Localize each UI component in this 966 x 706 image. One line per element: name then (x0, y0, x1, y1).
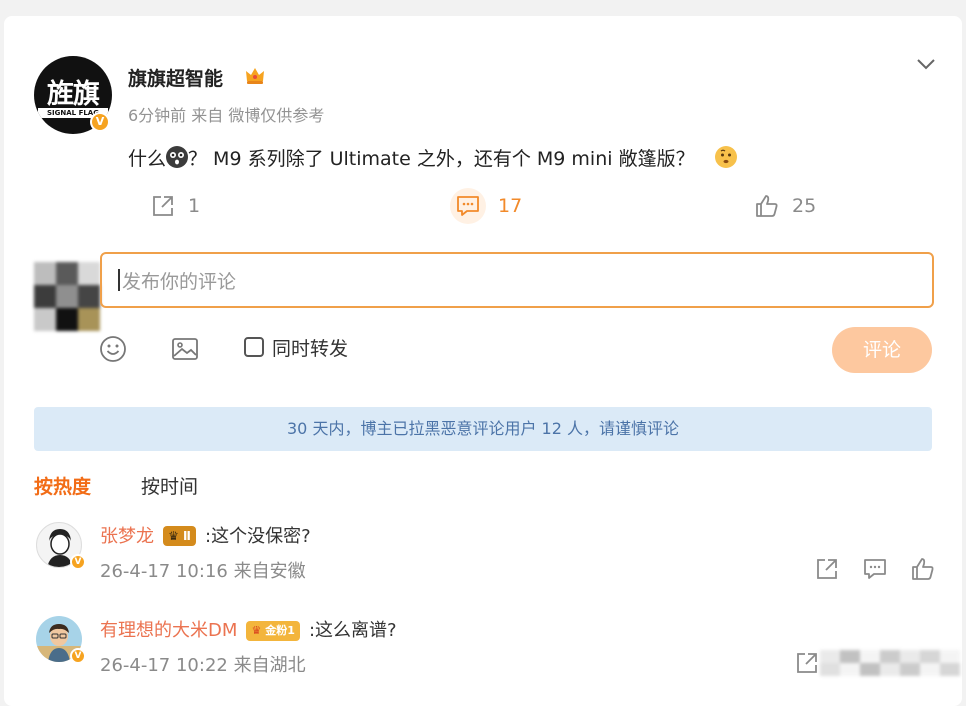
share-icon[interactable] (794, 650, 820, 676)
author-name[interactable]: 旗旗超智能 (128, 64, 223, 91)
repost-checkbox-label[interactable]: 同时转发 (272, 334, 348, 361)
comment-placeholder: 发布你的评论 (122, 270, 237, 293)
block-notice-banner: 30 天内，博主已拉黑恶意评论用户 12 人，请谨慎评论 (34, 407, 932, 451)
verified-badge-icon: V (70, 648, 86, 664)
repost-checkbox[interactable] (244, 337, 264, 357)
surprised-emoji-icon (166, 146, 189, 168)
verified-badge-icon: V (70, 554, 86, 570)
fan-level-label: 金粉1 (265, 624, 295, 637)
current-user-avatar (34, 262, 100, 331)
comment-count: 17 (498, 195, 523, 217)
fan-level-badge: ♛ Ⅱ (163, 526, 196, 546)
comment-time: 26-4-17 10:22 来自湖北 (100, 655, 306, 676)
commenter-name[interactable]: 张梦龙 (100, 526, 154, 547)
thumbs-up-icon[interactable] (910, 556, 936, 582)
like-action[interactable]: 25 (754, 192, 816, 220)
post-content-after: ？ M9 系列除了 Ultimate 之外，还有个 M9 mini 敞篷版？ (188, 148, 695, 170)
submit-comment-button[interactable]: 评论 (832, 327, 932, 373)
fan-level-label: Ⅱ (183, 529, 191, 543)
comment-text: :这么离谱? (308, 620, 397, 641)
repost-action[interactable]: 1 (150, 192, 200, 220)
commenter-name[interactable]: 有理想的大米DM (100, 620, 237, 641)
emoji-picker-icon[interactable] (98, 334, 128, 364)
like-count: 25 (792, 195, 817, 217)
thumbs-up-icon (756, 195, 778, 217)
post-content-before: 什么 (128, 148, 167, 170)
watermark-mosaic (820, 650, 962, 690)
comment-input[interactable]: 发布你的评论 (100, 252, 934, 308)
crown-icon (244, 65, 266, 92)
chevron-down-icon[interactable] (914, 52, 938, 76)
comment-action[interactable]: 17 (450, 188, 523, 224)
text-cursor (118, 269, 120, 291)
avatar-logo-text: 旌旗 (47, 79, 100, 110)
weibo-post-card: 旌旗 SIGNAL FLAG V 旗旗超智能 6分钟前 来自 微博仅供参考 什么… (4, 16, 962, 706)
thinking-emoji-icon (714, 146, 737, 168)
comment-header: 有理想的大米DM ♛ 金粉1 :这么离谱? (100, 616, 397, 642)
comment-time: 26-4-17 10:16 来自安徽 (100, 561, 306, 582)
share-icon[interactable] (814, 556, 840, 582)
comment-icon[interactable] (862, 556, 888, 582)
image-upload-icon[interactable] (170, 334, 200, 364)
tab-sort-hot[interactable]: 按热度 (34, 472, 91, 499)
post-meta: 6分钟前 来自 微博仅供参考 (128, 106, 325, 125)
repost-count: 1 (188, 195, 201, 217)
fan-level-badge: ♛ 金粉1 (246, 621, 300, 641)
comment-header: 张梦龙 ♛ Ⅱ :这个没保密? (100, 522, 311, 548)
share-icon (153, 196, 173, 216)
comment-text: :这个没保密? (205, 526, 311, 547)
post-content: 什么 ？ M9 系列除了 Ultimate 之外，还有个 M9 mini 敞篷版？ (128, 144, 737, 171)
verified-badge-icon: V (90, 112, 110, 132)
tab-sort-time[interactable]: 按时间 (141, 472, 198, 499)
comment-icon (450, 188, 486, 224)
